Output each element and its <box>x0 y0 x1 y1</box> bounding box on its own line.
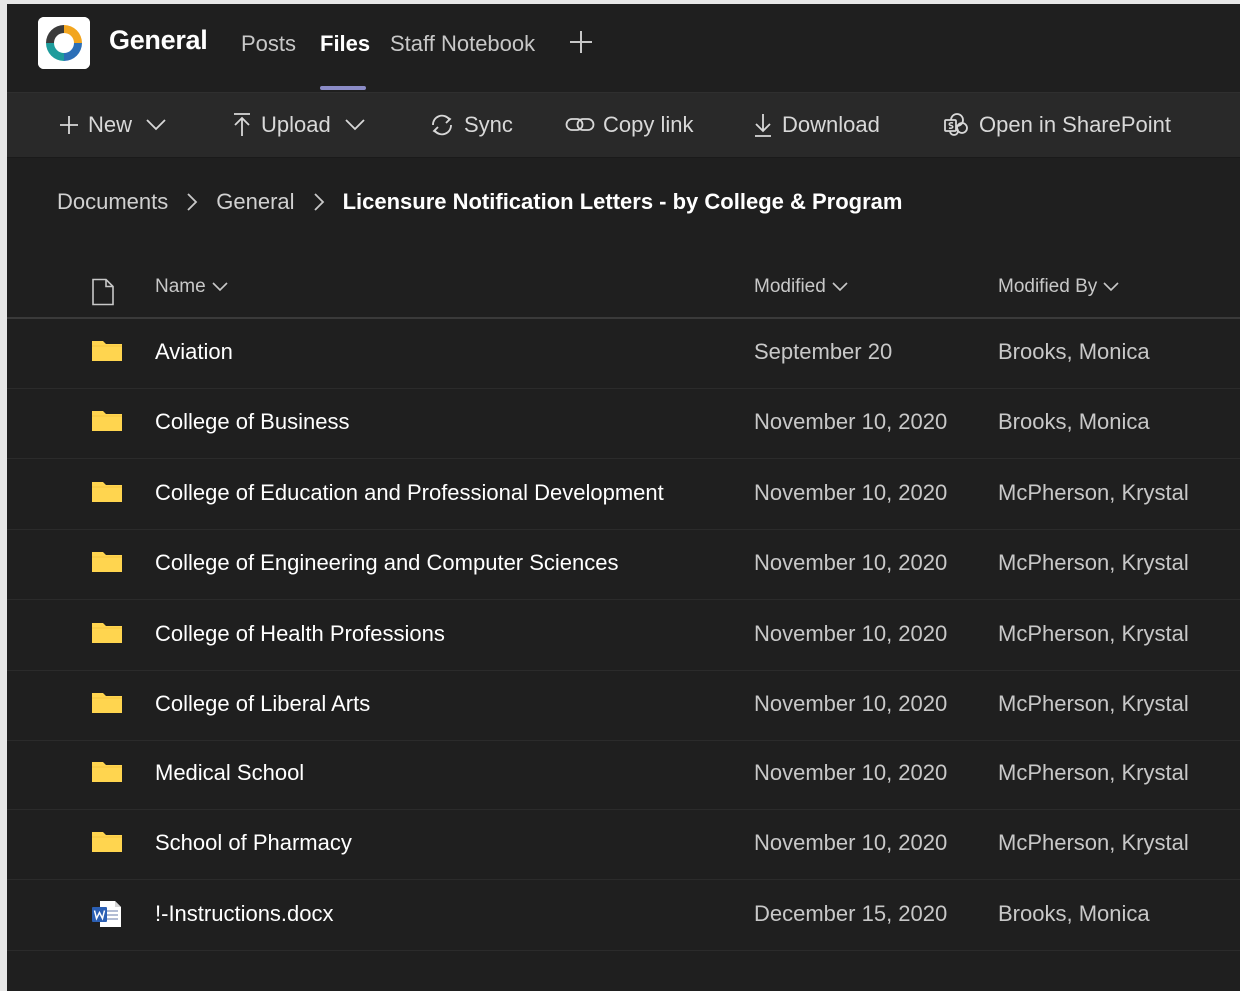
plus-icon <box>60 116 78 134</box>
download-button[interactable]: Download <box>752 93 880 157</box>
modified-date: November 10, 2020 <box>754 691 948 716</box>
open-in-sharepoint-label: Open in SharePoint <box>979 112 1172 137</box>
folder-icon <box>91 829 123 858</box>
folder-icon <box>91 408 123 437</box>
column-name-label: Name <box>155 276 206 297</box>
new-label: New <box>88 112 133 137</box>
modified-date: November 10, 2020 <box>754 621 948 646</box>
tab-posts[interactable]: Posts <box>241 31 296 57</box>
modified-by: McPherson, Krystal <box>998 760 1189 785</box>
team-name: General <box>109 25 208 55</box>
column-modified-by-label: Modified By <box>998 276 1098 297</box>
link-icon <box>565 118 595 131</box>
column-header-modified[interactable]: Modified <box>754 276 848 298</box>
chevron-down-icon <box>146 119 166 131</box>
modified-date: November 10, 2020 <box>754 480 948 505</box>
command-bar: New Upload Sync Copy link Download Open … <box>7 93 1240 158</box>
breadcrumb-current-folder: Licensure Notification Letters - by Coll… <box>342 189 903 214</box>
download-arrow-icon <box>755 114 771 137</box>
team-logo[interactable] <box>38 17 90 69</box>
file-name[interactable]: Aviation <box>155 339 233 365</box>
upload-label: Upload <box>261 112 331 137</box>
modified-by: Brooks, Monica <box>998 901 1150 926</box>
table-row[interactable]: School of Pharmacy November 10, 2020 McP… <box>7 809 1240 880</box>
chevron-right-icon <box>186 192 198 212</box>
file-type-column-icon[interactable] <box>91 278 115 311</box>
folder-icon <box>91 759 123 788</box>
breadcrumb: Documents General Licensure Notification… <box>57 187 902 217</box>
table-row[interactable]: !-Instructions.docx December 15, 2020 Br… <box>7 880 1240 951</box>
file-name[interactable]: Medical School <box>155 760 304 786</box>
folder-icon <box>91 690 123 719</box>
chevron-down-icon <box>832 282 848 292</box>
active-tab-indicator <box>320 86 366 90</box>
file-name[interactable]: College of Education and Professional De… <box>155 480 664 506</box>
file-name[interactable]: College of Health Professions <box>155 621 445 647</box>
column-header-modified-by[interactable]: Modified By <box>998 276 1119 298</box>
folder-icon <box>91 479 123 508</box>
modified-date: November 10, 2020 <box>754 409 948 434</box>
modified-by: McPherson, Krystal <box>998 621 1189 646</box>
table-row[interactable]: College of Health Professions November 1… <box>7 600 1240 671</box>
open-in-sharepoint-button[interactable]: Open in SharePoint <box>943 93 1171 157</box>
copy-link-label: Copy link <box>603 112 694 137</box>
breadcrumb-documents[interactable]: Documents <box>57 189 168 215</box>
modified-by: Brooks, Monica <box>998 409 1150 434</box>
sync-label: Sync <box>464 112 513 137</box>
modified-by: McPherson, Krystal <box>998 691 1189 716</box>
modified-date: November 10, 2020 <box>754 550 948 575</box>
upload-arrow-icon <box>234 113 250 136</box>
download-label: Download <box>782 112 880 137</box>
sharepoint-icon <box>944 113 968 136</box>
modified-date: November 10, 2020 <box>754 760 948 785</box>
modified-by: Brooks, Monica <box>998 339 1150 364</box>
file-name[interactable]: College of Engineering and Computer Scie… <box>155 550 619 576</box>
file-name[interactable]: School of Pharmacy <box>155 830 352 856</box>
file-name[interactable]: !-Instructions.docx <box>155 901 334 927</box>
folder-icon <box>91 549 123 578</box>
chevron-down-icon <box>1103 282 1119 292</box>
file-list-header: Name Modified Modified By <box>7 260 1240 319</box>
tab-staff-notebook[interactable]: Staff Notebook <box>390 31 535 57</box>
breadcrumb-general[interactable]: General <box>216 189 294 215</box>
modified-date: November 10, 2020 <box>754 830 948 855</box>
copy-link-button[interactable]: Copy link <box>565 93 693 157</box>
modified-date: September 20 <box>754 339 893 364</box>
chevron-down-icon <box>345 119 365 131</box>
chevron-right-icon <box>313 192 325 212</box>
modified-by: McPherson, Krystal <box>998 480 1189 505</box>
table-row[interactable]: College of Business November 10, 2020 Br… <box>7 388 1240 459</box>
tab-files[interactable]: Files <box>320 31 370 57</box>
file-name[interactable]: College of Business <box>155 409 349 435</box>
modified-by: McPherson, Krystal <box>998 830 1189 855</box>
upload-button[interactable]: Upload <box>231 93 365 157</box>
folder-icon <box>91 338 123 367</box>
new-button[interactable]: New <box>58 93 166 157</box>
table-row[interactable]: Aviation September 20 Brooks, Monica <box>7 318 1240 389</box>
channel-header: General Posts Files Staff Notebook <box>7 4 1240 93</box>
sync-button[interactable]: Sync <box>428 93 513 157</box>
table-row[interactable]: College of Engineering and Computer Scie… <box>7 529 1240 600</box>
folder-icon <box>91 620 123 649</box>
chevron-down-icon <box>212 282 228 292</box>
add-tab-plus-icon[interactable] <box>567 28 595 56</box>
sync-icon <box>432 114 452 136</box>
modified-by: McPherson, Krystal <box>998 550 1189 575</box>
column-modified-label: Modified <box>754 276 826 297</box>
teams-window: General Posts Files Staff Notebook New U… <box>7 4 1240 991</box>
modified-date: December 15, 2020 <box>754 901 948 926</box>
table-row[interactable]: College of Liberal Arts November 10, 202… <box>7 670 1240 741</box>
column-header-name[interactable]: Name <box>155 276 228 298</box>
table-row[interactable]: Medical School November 10, 2020 McPhers… <box>7 739 1240 810</box>
file-name[interactable]: College of Liberal Arts <box>155 691 370 717</box>
table-row[interactable]: College of Education and Professional De… <box>7 459 1240 530</box>
word-document-icon <box>91 900 123 933</box>
